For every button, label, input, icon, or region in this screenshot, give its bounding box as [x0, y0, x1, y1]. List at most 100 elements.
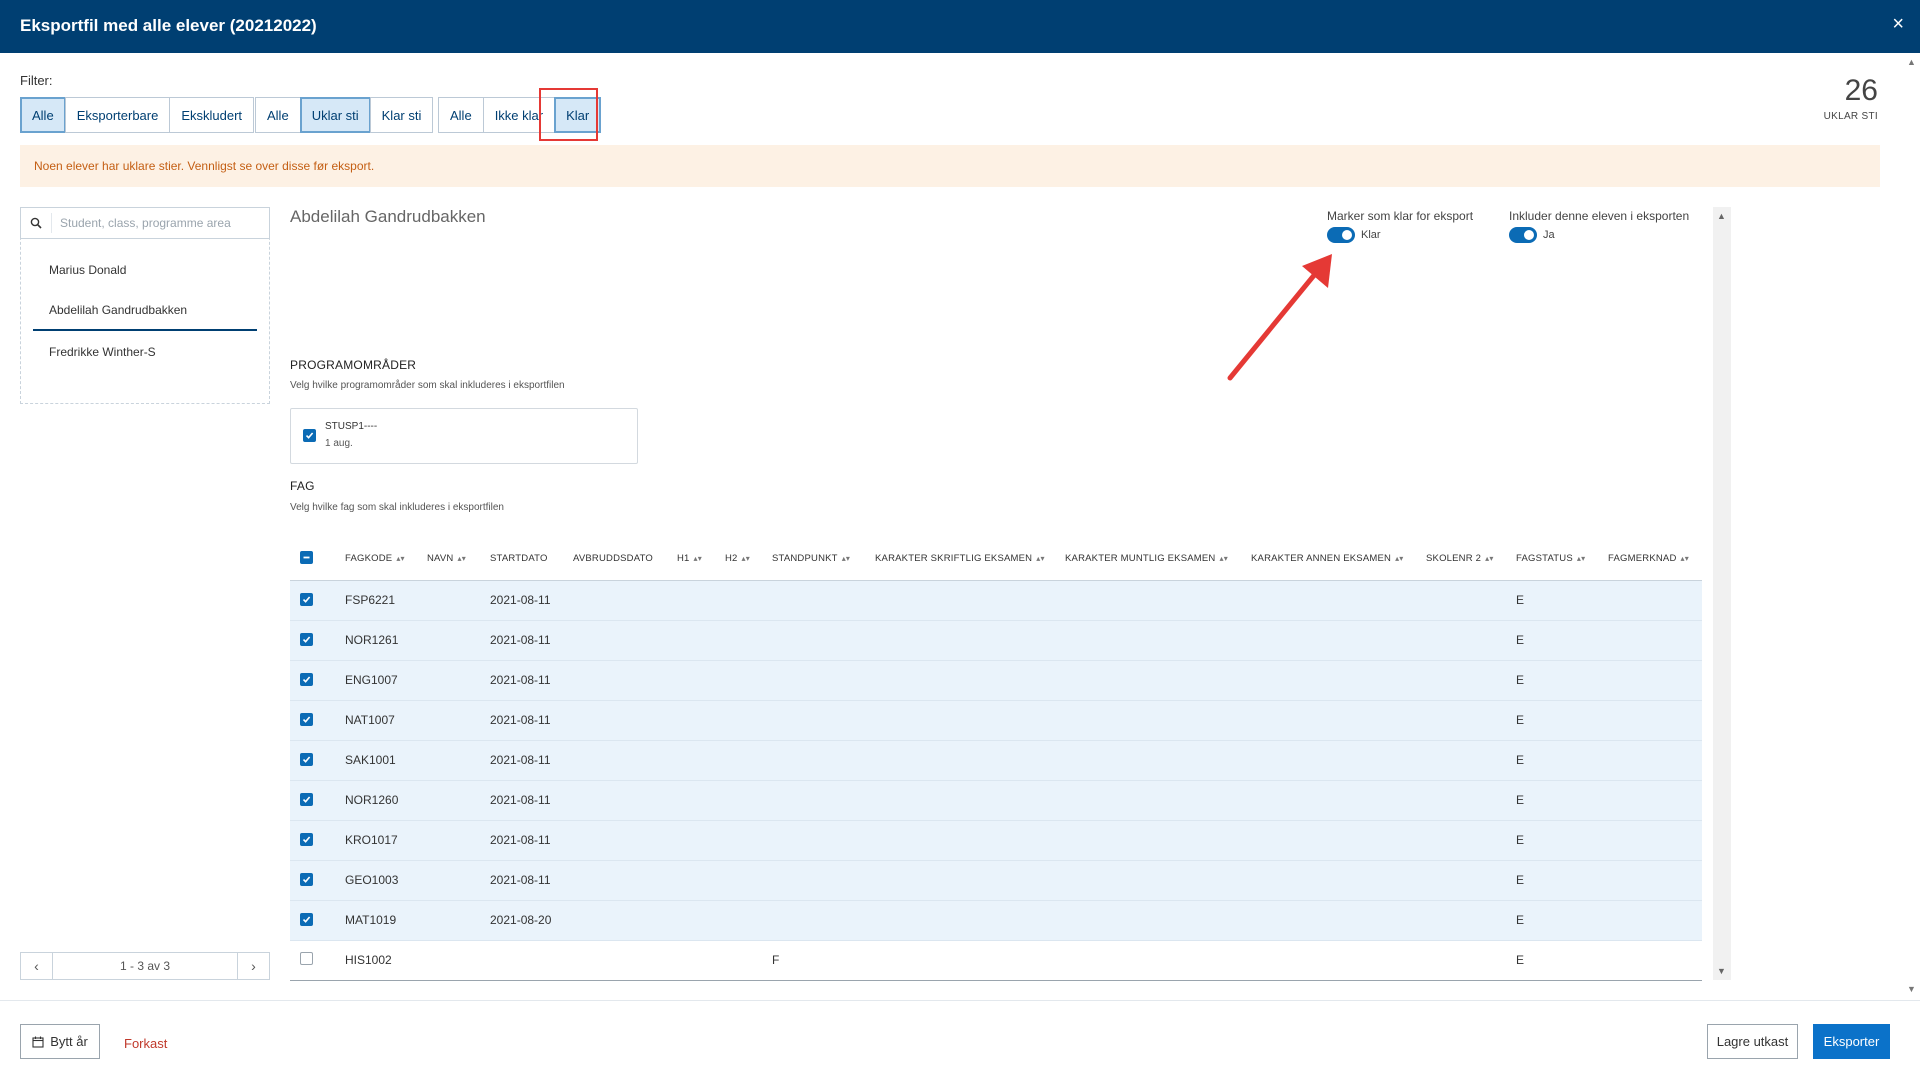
table-cell	[1608, 780, 1702, 821]
table-cell	[1426, 740, 1516, 781]
table-cell	[677, 620, 725, 661]
column-header[interactable]: KARAKTER MUNTLIG EKSAMEN ▴▾	[1065, 537, 1251, 581]
row-checkbox[interactable]	[300, 873, 313, 886]
sort-icon[interactable]: ▴▾	[742, 554, 750, 563]
chevron-left-icon[interactable]: ‹	[21, 953, 53, 979]
scroll-up-icon[interactable]: ▲	[1717, 211, 1726, 221]
table-cell: SAK1001	[345, 740, 427, 781]
table-cell	[875, 860, 1065, 901]
row-checkbox[interactable]	[300, 633, 313, 646]
dialog-footer: Bytt år Forkast Lagre utkast Eksporter	[0, 1000, 1920, 1080]
row-checkbox[interactable]	[300, 913, 313, 926]
table-cell	[427, 660, 490, 701]
student-list-item[interactable]: Abdelilah Gandrudbakken	[33, 290, 257, 331]
row-checkbox[interactable]	[300, 593, 313, 606]
sort-icon[interactable]: ▴▾	[694, 554, 702, 563]
table-cell	[1608, 740, 1702, 781]
table-cell	[772, 660, 875, 701]
close-icon[interactable]: ×	[1892, 13, 1904, 36]
filter-group2-button-0[interactable]: Alle	[255, 97, 301, 133]
filter-group1-button-2[interactable]: Ekskludert	[169, 97, 255, 133]
student-list-item[interactable]: Marius Donald	[33, 249, 257, 290]
column-header[interactable]: FAGKODE ▴▾	[345, 537, 427, 581]
table-row[interactable]: MAT1019 2021-08-20 E	[290, 900, 1702, 941]
export-button[interactable]: Eksporter	[1813, 1024, 1890, 1059]
page-scrollbar[interactable]: ▲ ▼	[1902, 53, 1920, 998]
ready-toggle[interactable]	[1327, 227, 1355, 243]
page-scroll-up-icon[interactable]: ▲	[1907, 57, 1916, 67]
sort-icon[interactable]: ▴▾	[1395, 554, 1403, 563]
program-item[interactable]: STUSP1---- 1 aug.	[290, 408, 638, 464]
table-cell: E	[1516, 620, 1608, 661]
table-cell	[1426, 780, 1516, 821]
table-row[interactable]: SAK1001 2021-08-11 E	[290, 740, 1702, 781]
table-cell	[573, 820, 677, 861]
filter-group3-button-0[interactable]: Alle	[438, 97, 484, 133]
highlight-box	[539, 88, 598, 141]
row-checkbox[interactable]	[300, 673, 313, 686]
row-checkbox[interactable]	[300, 713, 313, 726]
filter-group2-button-2[interactable]: Klar sti	[369, 97, 434, 133]
row-checkbox-cell	[290, 940, 345, 981]
table-row[interactable]: FSP6221 2021-08-11 E	[290, 580, 1702, 621]
column-header[interactable]: FAGMERKNAD ▴▾	[1608, 537, 1702, 581]
sort-icon[interactable]: ▴▾	[1220, 554, 1228, 563]
sort-icon[interactable]: ▴▾	[396, 554, 404, 563]
table-cell	[1608, 940, 1702, 981]
sort-icon[interactable]: ▴▾	[1036, 554, 1044, 563]
change-year-button[interactable]: Bytt år	[20, 1024, 100, 1059]
column-header[interactable]: STANDPUNKT ▴▾	[772, 537, 875, 581]
column-header[interactable]: STARTDATO	[490, 537, 573, 581]
table-cell: 2021-08-11	[490, 820, 573, 861]
student-list-item[interactable]: Fredrikke Winther-S	[33, 331, 257, 372]
sort-icon[interactable]: ▴▾	[1577, 554, 1585, 563]
discard-link[interactable]: Forkast	[124, 1036, 167, 1051]
select-all-checkbox[interactable]	[300, 551, 313, 565]
column-header[interactable]: NAVN ▴▾	[427, 537, 490, 581]
table-row[interactable]: NOR1261 2021-08-11 E	[290, 620, 1702, 661]
filter-group1-button-1[interactable]: Eksporterbare	[64, 97, 171, 133]
row-checkbox[interactable]	[300, 793, 313, 806]
sort-icon[interactable]: ▴▾	[458, 554, 466, 563]
row-checkbox[interactable]	[300, 952, 313, 965]
table-cell	[875, 900, 1065, 941]
filter-group1-button-0[interactable]: Alle	[20, 97, 66, 133]
table-cell	[772, 900, 875, 941]
table-cell	[1251, 620, 1426, 661]
sort-icon[interactable]: ▴▾	[1681, 554, 1689, 563]
table-cell	[1065, 900, 1251, 941]
column-header[interactable]: SKOLENR 2 ▴▾	[1426, 537, 1516, 581]
column-header[interactable]: KARAKTER ANNEN EKSAMEN ▴▾	[1251, 537, 1426, 581]
include-toggle[interactable]	[1509, 227, 1537, 243]
search-input[interactable]	[51, 213, 251, 233]
chevron-right-icon[interactable]: ›	[237, 953, 269, 979]
program-checkbox[interactable]	[303, 429, 316, 442]
column-header[interactable]: H2 ▴▾	[725, 537, 772, 581]
table-cell	[1251, 660, 1426, 701]
annotation-arrow-icon	[1227, 254, 1332, 381]
row-checkbox[interactable]	[300, 753, 313, 766]
table-row[interactable]: NOR1260 2021-08-11 E	[290, 780, 1702, 821]
table-row[interactable]: NAT1007 2021-08-11 E	[290, 700, 1702, 741]
sort-icon[interactable]: ▴▾	[1485, 554, 1493, 563]
scroll-down-icon[interactable]: ▼	[1717, 966, 1726, 976]
detail-scrollbar[interactable]: ▲ ▼	[1713, 207, 1731, 980]
column-header[interactable]: KARAKTER SKRIFTLIG EKSAMEN ▴▾	[875, 537, 1065, 581]
sort-icon[interactable]: ▴▾	[842, 554, 850, 563]
column-header[interactable]: AVBRUDDSDATO	[573, 537, 677, 581]
row-checkbox[interactable]	[300, 833, 313, 846]
save-draft-button[interactable]: Lagre utkast	[1707, 1024, 1798, 1059]
column-header[interactable]: FAGSTATUS ▴▾	[1516, 537, 1608, 581]
table-cell	[573, 940, 677, 981]
filter-group-path: Alle Uklar sti Klar sti	[255, 97, 434, 133]
table-cell	[573, 860, 677, 901]
table-row[interactable]: GEO1003 2021-08-11 E	[290, 860, 1702, 901]
table-row[interactable]: KRO1017 2021-08-11 E	[290, 820, 1702, 861]
row-checkbox-cell	[290, 700, 345, 741]
table-row[interactable]: ENG1007 2021-08-11 E	[290, 660, 1702, 701]
column-header[interactable]: H1 ▴▾	[677, 537, 725, 581]
table-cell: 2021-08-11	[490, 620, 573, 661]
page-scroll-down-icon[interactable]: ▼	[1907, 984, 1916, 994]
table-row[interactable]: HIS1002 F E	[290, 940, 1702, 981]
filter-group2-button-1[interactable]: Uklar sti	[299, 97, 371, 133]
